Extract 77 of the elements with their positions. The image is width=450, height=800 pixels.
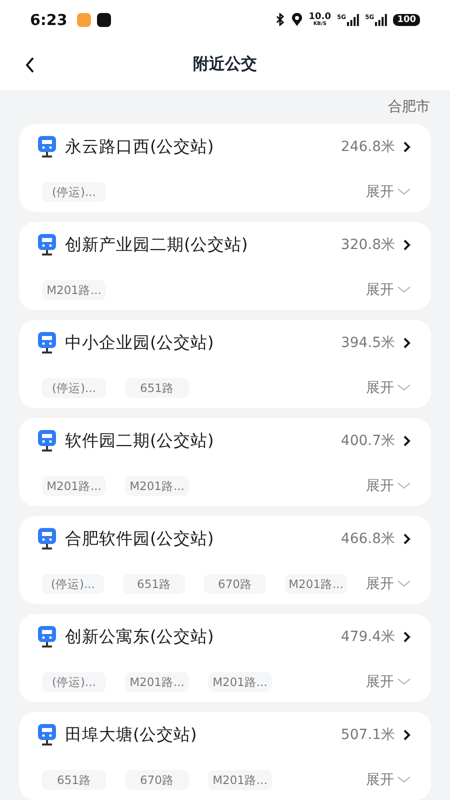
bus-line-tag: 670路 [204, 574, 266, 594]
chevron-down-icon [397, 188, 411, 196]
station-card[interactable]: 中小企业园(公交站) 394.5米 (停运)... 651路 展开 [19, 320, 431, 408]
chevron-right-icon [403, 141, 411, 153]
bus-line-tag: M201路... [42, 476, 106, 496]
chevron-right-icon [403, 435, 411, 447]
bus-stop-icon [37, 136, 57, 158]
station-name: 合肥软件园(公交站) [65, 528, 215, 550]
bus-line-tag: M201路... [208, 672, 272, 692]
network-speed: 10.0 [308, 12, 331, 22]
station-card[interactable]: 创新公寓东(公交站) 479.4米 (停运)... M201路... M201路... 展开 [19, 614, 431, 702]
station-name: 永云路口西(公交站) [65, 136, 215, 158]
chevron-right-icon [403, 337, 411, 349]
bus-line-tag: M201路... [125, 476, 189, 496]
bus-line-tag: 651路 [123, 574, 185, 594]
expand-button[interactable]: 展开 [366, 477, 411, 495]
signal-icon [375, 14, 388, 26]
bus-stop-icon [37, 528, 57, 550]
chevron-right-icon [403, 239, 411, 251]
bus-line-tag: M201路... [125, 672, 189, 692]
chevron-down-icon [397, 286, 411, 294]
battery-level: 100 [393, 14, 420, 26]
chevron-down-icon [397, 776, 411, 784]
chevron-right-icon [403, 631, 411, 643]
bus-line-tag: M201路... [42, 280, 106, 300]
bus-line-tag: (停运)... [42, 672, 106, 692]
bus-stop-icon [37, 724, 57, 746]
expand-button[interactable]: 展开 [366, 575, 411, 593]
expand-button[interactable]: 展开 [366, 673, 411, 691]
bus-line-tag: 670路 [125, 770, 189, 790]
chevron-down-icon [397, 384, 411, 392]
city-selector[interactable]: 合肥市 [388, 98, 430, 116]
station-card[interactable]: 创新产业园二期(公交站) 320.8米 M201路... 展开 [19, 222, 431, 310]
chevron-right-icon [403, 533, 411, 545]
bus-line-tag: M201路... [208, 770, 272, 790]
station-distance: 466.8米 [340, 530, 395, 548]
chevron-down-icon [397, 580, 411, 588]
station-card[interactable]: 软件园二期(公交站) 400.7米 M201路... M201路... 展开 [19, 418, 431, 506]
back-icon [25, 57, 35, 74]
expand-button[interactable]: 展开 [366, 281, 411, 299]
expand-button[interactable]: 展开 [366, 183, 411, 201]
station-distance: 479.4米 [340, 628, 395, 646]
bus-line-tag: 651路 [125, 378, 189, 398]
status-time: 6:23 [30, 10, 68, 29]
bus-stop-icon [37, 332, 57, 354]
bus-line-tag: (停运)... [42, 574, 104, 594]
station-distance: 246.8米 [340, 138, 395, 156]
station-distance: 394.5米 [340, 334, 395, 352]
chevron-down-icon [397, 678, 411, 686]
expand-button[interactable]: 展开 [366, 771, 411, 789]
bus-line-tag: (停运)... [42, 378, 106, 398]
location-icon [290, 13, 303, 26]
chevron-down-icon [397, 482, 411, 490]
station-card[interactable]: 合肥软件园(公交站) 466.8米 (停运)... 651路 670路 M201路... 展开 [19, 516, 431, 604]
station-distance: 320.8米 [340, 236, 395, 254]
page-title: 附近公交 [193, 54, 257, 76]
chevron-right-icon [403, 729, 411, 741]
station-name: 田埠大塘(公交站) [65, 724, 198, 746]
app-icon [97, 12, 112, 27]
bus-stop-icon [37, 430, 57, 452]
bluetooth-icon [276, 13, 285, 26]
bus-stop-icon [37, 234, 57, 256]
station-name: 创新产业园二期(公交站) [65, 234, 249, 256]
bus-line-tag: 651路 [42, 770, 106, 790]
expand-button[interactable]: 展开 [366, 379, 411, 397]
station-name: 创新公寓东(公交站) [65, 626, 215, 648]
bus-stop-icon [37, 626, 57, 648]
station-distance: 507.1米 [340, 726, 395, 744]
station-distance: 400.7米 [340, 432, 395, 450]
signal-icon [347, 14, 360, 26]
bus-line-tag: (停运)... [42, 182, 106, 202]
bus-line-tag: M201路... [285, 574, 347, 594]
station-name: 软件园二期(公交站) [65, 430, 215, 452]
station-card[interactable]: 田埠大塘(公交站) 507.1米 651路 670路 M201路... 展开 [19, 712, 431, 800]
station-card[interactable]: 永云路口西(公交站) 246.8米 (停运)... 展开 [19, 124, 431, 212]
app-icon [77, 12, 92, 27]
station-name: 中小企业园(公交站) [65, 332, 215, 354]
